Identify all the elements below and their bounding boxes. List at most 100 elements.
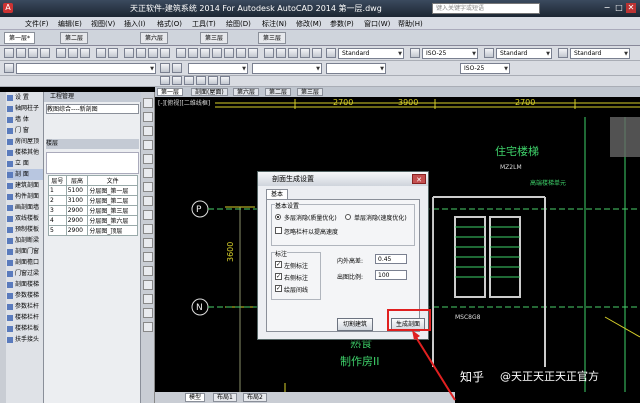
file-tab-3[interactable]: 第六层 xyxy=(140,32,169,44)
menu-help[interactable]: 帮助(H) xyxy=(398,19,423,29)
radio-multi-hidden[interactable] xyxy=(275,214,281,220)
paste-icon[interactable] xyxy=(80,48,90,58)
match-icon[interactable] xyxy=(264,48,274,58)
help-icon[interactable] xyxy=(248,48,258,58)
side-item-stair[interactable]: 楼梯其他 xyxy=(7,147,43,158)
side-item-section-stair[interactable]: 剖面楼梯 xyxy=(7,279,43,290)
open-icon[interactable] xyxy=(16,48,26,58)
hatch-icon[interactable] xyxy=(220,76,230,85)
layer-select[interactable] xyxy=(16,63,156,74)
search-input[interactable]: 键入关键字或短语 xyxy=(432,3,540,14)
menu-file[interactable]: 文件(F) xyxy=(25,19,49,29)
menu-modify[interactable]: 修改(M) xyxy=(296,19,322,29)
linetype-select[interactable] xyxy=(252,63,322,74)
table-style-icon[interactable] xyxy=(484,48,494,58)
palette-icon[interactable] xyxy=(200,48,210,58)
polyline-tool-icon[interactable] xyxy=(143,126,153,136)
save-icon[interactable] xyxy=(28,48,38,58)
table-row[interactable]: 1 5100 分层图_第一层 xyxy=(48,185,138,196)
viewcube-icon[interactable] xyxy=(610,117,640,157)
block-icon[interactable] xyxy=(276,48,286,58)
side-item-section-wall[interactable]: 画剖面墙 xyxy=(7,202,43,213)
table-row[interactable]: 5 2900 分层图_顶层 xyxy=(48,225,138,236)
sheet-set-icon[interactable] xyxy=(212,48,222,58)
rect-icon[interactable] xyxy=(208,76,218,85)
side-item-double-slab[interactable]: 双线楼板 xyxy=(7,213,43,224)
arc-tool-icon[interactable] xyxy=(143,168,153,178)
side-item-section[interactable]: 剖 面 xyxy=(7,169,43,180)
gradient-icon[interactable] xyxy=(143,280,153,290)
side-item-build-section[interactable]: 建筑剖面 xyxy=(7,180,43,191)
project-select[interactable]: 教图综合----新剖图 xyxy=(46,104,139,114)
xref-icon[interactable] xyxy=(300,48,310,58)
revcloud-icon[interactable] xyxy=(143,196,153,206)
side-item-room[interactable]: 房间屋顶 xyxy=(7,136,43,147)
color-select[interactable] xyxy=(188,63,248,74)
zoom-window-icon[interactable] xyxy=(148,48,158,58)
text-style-select[interactable]: Standard xyxy=(338,48,404,59)
dim-style-icon[interactable] xyxy=(410,48,420,58)
side-item-component-section[interactable]: 构件剖面 xyxy=(7,191,43,202)
menu-format[interactable]: 格式(O) xyxy=(157,19,182,29)
text-style-icon[interactable] xyxy=(326,48,336,58)
side-item-wall[interactable]: 墙 体 xyxy=(7,114,43,125)
side-item-stair-railing[interactable]: 楼梯栏杆 xyxy=(7,312,43,323)
scale-input[interactable]: 100 xyxy=(375,270,407,280)
menu-draw[interactable]: 绘图(D) xyxy=(226,19,251,29)
insert-icon[interactable] xyxy=(288,48,298,58)
left-mark-checkbox[interactable]: ✓ xyxy=(275,261,282,268)
close-button[interactable]: ✕ xyxy=(626,3,636,13)
viewport-label[interactable]: [-][俯视][二维线框] xyxy=(158,99,210,107)
layout-tab-model[interactable]: 模型 xyxy=(185,393,206,402)
dim-style-select[interactable]: ISO-25 xyxy=(422,48,478,59)
region-icon[interactable] xyxy=(143,294,153,304)
dialog-close-button[interactable]: ✕ xyxy=(412,174,426,184)
layer-match-icon[interactable] xyxy=(172,63,182,73)
properties-icon[interactable] xyxy=(176,48,186,58)
rectangle-icon[interactable] xyxy=(143,154,153,164)
side-item-axis[interactable]: 轴网柱子 xyxy=(7,103,43,114)
hatch-tool-icon[interactable] xyxy=(143,266,153,276)
radio-single-hidden[interactable] xyxy=(345,214,351,220)
mleader-style-icon[interactable] xyxy=(558,48,568,58)
drawing-tab-5[interactable]: 第三层 xyxy=(297,88,324,96)
spline-icon[interactable] xyxy=(143,210,153,220)
minimize-button[interactable]: − xyxy=(602,3,612,13)
floor-line-checkbox[interactable]: ✓ xyxy=(275,285,282,292)
table-tool-icon[interactable] xyxy=(143,308,153,318)
mtext-icon[interactable] xyxy=(143,322,153,332)
tab-basic[interactable]: 基本 xyxy=(266,189,289,199)
floor-section-header[interactable]: 楼层 xyxy=(46,139,139,149)
app-logo-icon[interactable]: A xyxy=(3,3,13,13)
construction-line-icon[interactable] xyxy=(143,112,153,122)
circle-tool-icon[interactable] xyxy=(143,182,153,192)
menu-edit[interactable]: 编辑(E) xyxy=(58,19,82,29)
polyline-icon[interactable] xyxy=(172,76,182,85)
layout-tab-2[interactable]: 布局2 xyxy=(243,393,267,402)
layout-tab-1[interactable]: 布局1 xyxy=(213,393,237,402)
menu-view[interactable]: 视图(V) xyxy=(91,19,115,29)
copy-icon[interactable] xyxy=(68,48,78,58)
redo-icon[interactable] xyxy=(108,48,118,58)
side-item-stair-panel[interactable]: 楼梯栏板 xyxy=(7,323,43,334)
new-icon[interactable] xyxy=(4,48,14,58)
file-tab-2[interactable]: 第二层 xyxy=(60,32,89,44)
ignore-railing-checkbox[interactable] xyxy=(275,227,282,234)
zoom-prev-icon[interactable] xyxy=(160,48,170,58)
polygon-icon[interactable] xyxy=(143,140,153,150)
design-center-icon[interactable] xyxy=(188,48,198,58)
print-icon[interactable] xyxy=(40,48,50,58)
cut-building-button[interactable]: 切割建筑 xyxy=(337,318,373,331)
table-row[interactable]: 3 2900 分层图_第三层 xyxy=(48,205,138,216)
line-tool-icon[interactable] xyxy=(143,98,153,108)
table-row[interactable]: 2 3100 分层图_第二层 xyxy=(48,195,138,206)
dim-style-select-2[interactable]: ISO-25 xyxy=(460,63,510,74)
table-row[interactable]: 4 2900 分层图_第六层 xyxy=(48,215,138,226)
right-mark-checkbox[interactable]: ✓ xyxy=(275,273,282,280)
menu-window[interactable]: 窗口(W) xyxy=(364,19,390,29)
ellipse-icon[interactable] xyxy=(143,224,153,234)
undo-icon[interactable] xyxy=(96,48,106,58)
side-item-param-railing[interactable]: 参数栏杆 xyxy=(7,301,43,312)
mleader-style-select[interactable]: Standard xyxy=(570,48,630,59)
point-icon[interactable] xyxy=(143,252,153,262)
